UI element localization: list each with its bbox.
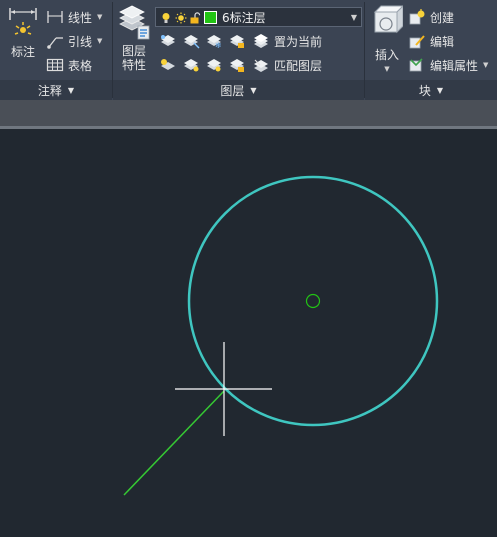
insert-label: 插入 bbox=[374, 48, 399, 62]
layer-off-icon[interactable] bbox=[158, 56, 178, 74]
annotation-panel-title-bar[interactable]: 注释 ▼ bbox=[0, 80, 112, 100]
create-block-button[interactable]: 创建 bbox=[408, 7, 454, 27]
layer-properties-button[interactable]: 图层 特性 bbox=[115, 4, 153, 72]
layer-properties-icon bbox=[119, 5, 150, 40]
layer-color-swatch bbox=[204, 10, 217, 24]
leader-button[interactable]: 引线 ▼ bbox=[46, 31, 102, 51]
dimension-icon bbox=[9, 8, 37, 35]
edit-block-icon bbox=[408, 33, 426, 49]
file-tab-bar bbox=[0, 100, 497, 126]
layer-unlock-icon bbox=[189, 12, 201, 24]
annotation-panel: 标注 线性 ▼ 引线 ▼ 表格 注释 ▼ bbox=[0, 0, 112, 100]
edit-attributes-button[interactable]: 编辑属性 ▼ bbox=[408, 55, 488, 75]
block-panel-expand-icon: ▼ bbox=[436, 85, 444, 95]
insert-dropdown-icon[interactable]: ▼ bbox=[384, 65, 389, 73]
edit-block-button[interactable]: 编辑 bbox=[408, 31, 454, 51]
create-label: 创建 bbox=[430, 10, 455, 25]
layer-unisolate-icon[interactable] bbox=[181, 32, 201, 50]
dimension-label: 标注 bbox=[10, 45, 35, 59]
create-block-icon bbox=[408, 9, 426, 25]
leader-label: 引线 bbox=[68, 34, 93, 49]
annotation-panel-title: 注释 bbox=[37, 83, 62, 98]
layers-panel-expand-icon: ▼ bbox=[250, 85, 257, 95]
edit-attributes-icon bbox=[408, 57, 426, 73]
circle-center-marker[interactable] bbox=[305, 293, 321, 309]
dimension-button[interactable]: 标注 bbox=[4, 4, 42, 60]
layer-on-icon bbox=[161, 12, 171, 23]
layer-lock-icon[interactable] bbox=[227, 32, 247, 50]
layer-unlock-all-icon[interactable] bbox=[227, 56, 247, 74]
match-layer-icon bbox=[252, 57, 270, 73]
layer-properties-label-line1: 图层 bbox=[121, 44, 146, 58]
match-layer-button[interactable]: 匹配图层 bbox=[252, 55, 322, 75]
layer-dropdown-arrow-icon[interactable]: ▼ bbox=[347, 13, 361, 22]
block-panel-title: 块 bbox=[418, 83, 431, 98]
block-panel: 插入 ▼ 创建 编辑 编辑属性 ▼ 块 ▼ bbox=[365, 0, 497, 100]
insert-button[interactable]: 插入 ▼ bbox=[369, 4, 405, 73]
layers-panel-title-bar[interactable]: 图层 ▼ bbox=[113, 80, 364, 100]
linear-dropdown-icon[interactable]: ▼ bbox=[97, 13, 102, 21]
match-layer-label: 匹配图层 bbox=[274, 58, 323, 73]
insert-block-icon bbox=[373, 5, 403, 34]
linear-button[interactable]: 线性 ▼ bbox=[46, 7, 102, 27]
layer-thaw-all-icon[interactable] bbox=[204, 56, 224, 74]
annotation-panel-expand-icon: ▼ bbox=[67, 85, 75, 95]
table-icon bbox=[46, 57, 64, 73]
set-current-button[interactable]: 置为当前 bbox=[252, 31, 322, 51]
edit-attributes-label: 编辑属性 bbox=[430, 58, 479, 73]
layer-thaw-sun-icon bbox=[175, 12, 187, 24]
crosshair-cursor bbox=[175, 342, 272, 436]
block-panel-title-bar[interactable]: 块 ▼ bbox=[365, 80, 497, 100]
set-current-label: 置为当前 bbox=[274, 34, 323, 49]
linear-dimension-icon bbox=[46, 9, 64, 25]
table-label: 表格 bbox=[68, 58, 93, 73]
current-layer-name: 6标注层 bbox=[222, 10, 266, 25]
layer-dropdown[interactable]: 6标注层 ▼ bbox=[155, 7, 362, 27]
svg-text:❄: ❄ bbox=[215, 41, 222, 49]
leader-dropdown-icon[interactable]: ▼ bbox=[97, 37, 102, 45]
drawn-line[interactable] bbox=[123, 390, 225, 496]
leader-icon bbox=[46, 33, 64, 49]
edit-attributes-dropdown-icon[interactable]: ▼ bbox=[483, 61, 488, 69]
layer-turn-on-all-icon[interactable] bbox=[181, 56, 201, 74]
layer-freeze-icon[interactable]: ❄ bbox=[204, 32, 224, 50]
layers-panel-title: 图层 bbox=[220, 83, 245, 98]
edit-label: 编辑 bbox=[430, 34, 455, 49]
ribbon: 标注 线性 ▼ 引线 ▼ 表格 注释 ▼ 图层 特性 图层 ▼ 6标注层 ▼ ❄… bbox=[0, 0, 497, 100]
layer-properties-label-line2: 特性 bbox=[121, 58, 146, 72]
layer-isolate-icon[interactable] bbox=[158, 32, 178, 50]
drawing-canvas[interactable] bbox=[0, 129, 497, 537]
set-current-icon bbox=[252, 33, 270, 49]
table-button[interactable]: 表格 bbox=[46, 55, 92, 75]
drawing-svg bbox=[123, 175, 439, 496]
linear-label: 线性 bbox=[68, 10, 93, 25]
drawn-circle[interactable] bbox=[187, 175, 439, 427]
